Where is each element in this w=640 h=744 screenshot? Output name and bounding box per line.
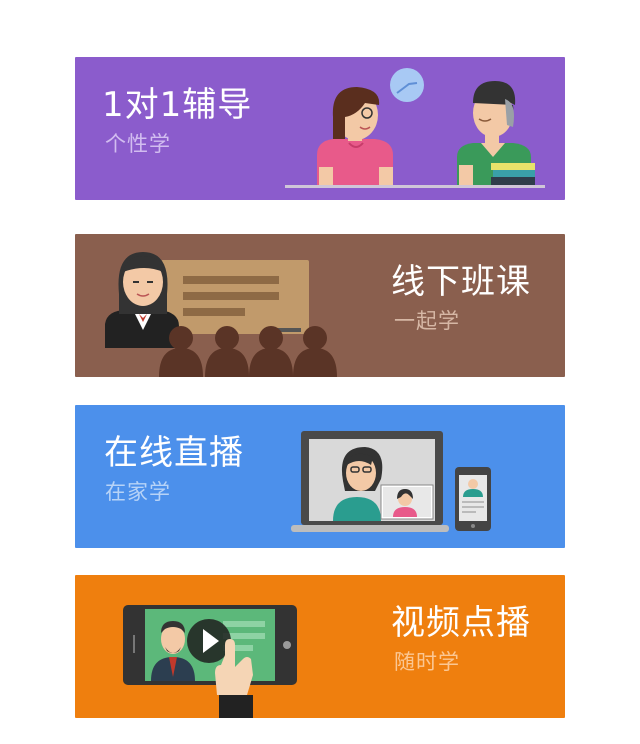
card-title: 视频点播	[391, 603, 531, 643]
tutor-student-icon	[285, 68, 545, 188]
card-subtitle: 随时学	[394, 650, 460, 674]
card-title: 线下班课	[391, 262, 531, 302]
card-title: 在线直播	[104, 433, 244, 473]
card-video-on-demand[interactable]: 视频点播 随时学	[75, 575, 565, 718]
card-one-on-one[interactable]: 1对1辅导 个性学	[75, 57, 565, 200]
classroom-teacher-icon	[105, 252, 337, 377]
card-title: 1对1辅导	[102, 85, 253, 125]
card-live-stream[interactable]: 在线直播 在家学	[75, 405, 565, 548]
video-on-demand-icon	[123, 605, 297, 718]
card-subtitle: 个性学	[105, 132, 171, 156]
card-subtitle: 一起学	[394, 309, 460, 333]
card-subtitle: 在家学	[105, 480, 171, 504]
live-stream-devices-icon	[291, 431, 491, 532]
card-offline-class[interactable]: 线下班课 一起学	[75, 234, 565, 377]
